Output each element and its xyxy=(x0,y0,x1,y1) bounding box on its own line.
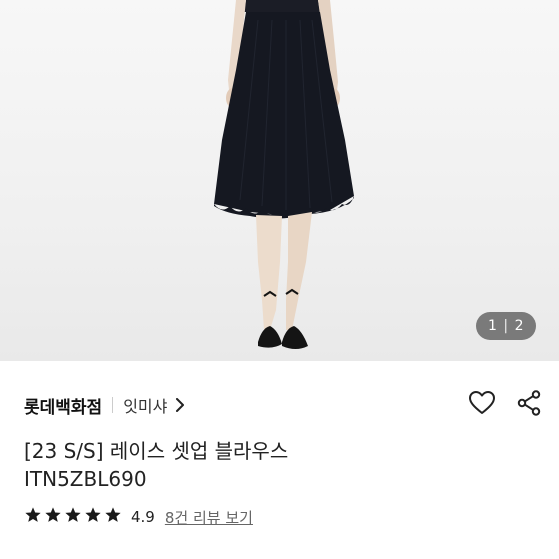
share-icon[interactable] xyxy=(517,390,541,420)
pager-current: 1 xyxy=(487,318,498,334)
store-row: 롯데백화점 잇미샤 xyxy=(24,390,541,420)
pager-total: 2 xyxy=(514,318,525,334)
star-icon xyxy=(64,506,82,528)
image-pager: 1 | 2 xyxy=(476,312,536,340)
pager-separator: | xyxy=(503,318,509,334)
action-icons xyxy=(469,390,541,420)
heart-icon[interactable] xyxy=(469,391,495,419)
review-link[interactable]: 8건 리뷰 보기 xyxy=(165,507,253,528)
chevron-right-icon[interactable] xyxy=(175,398,185,412)
product-title: [23 S/S] 레이스 셋업 블라우스 ITN5ZBL690 xyxy=(24,437,534,493)
star-icon xyxy=(104,506,122,528)
star-icon xyxy=(84,506,102,528)
star-icon xyxy=(44,506,62,528)
product-title-line1: [23 S/S] 레이스 셋업 블라우스 xyxy=(24,439,289,463)
brand-link[interactable]: 잇미샤 xyxy=(123,393,167,417)
rating-row: 4.9 8건 리뷰 보기 xyxy=(24,504,253,530)
store-divider xyxy=(112,397,114,413)
model-photo xyxy=(214,0,354,349)
store-name[interactable]: 롯데백화점 xyxy=(24,393,102,418)
product-code: ITN5ZBL690 xyxy=(24,467,147,491)
rating-score: 4.9 xyxy=(131,508,155,526)
star-icon xyxy=(24,506,42,528)
star-rating xyxy=(24,506,122,528)
product-image[interactable]: 1 | 2 xyxy=(0,0,559,361)
